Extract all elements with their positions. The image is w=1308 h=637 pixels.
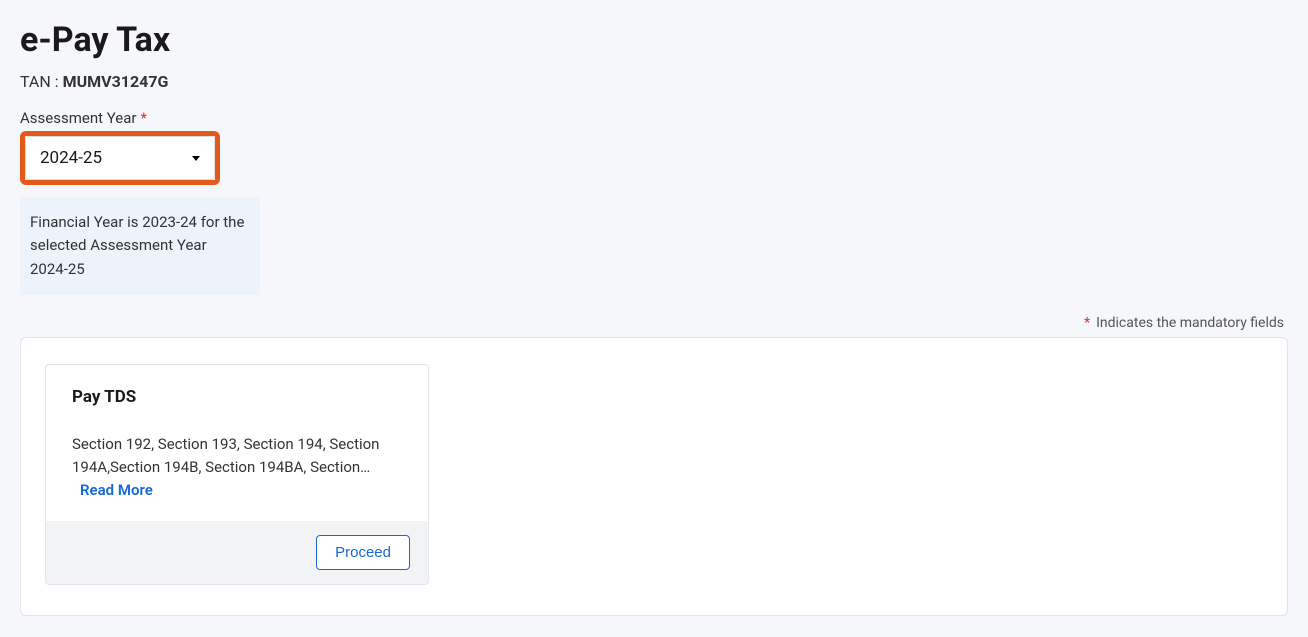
card-description: Section 192, Section 193, Section 194, S…: [72, 433, 402, 503]
card-footer: Proceed: [46, 521, 428, 584]
options-panel: Pay TDS Section 192, Section 193, Sectio…: [20, 337, 1288, 616]
assessment-year-select[interactable]: 2024-25: [25, 136, 215, 180]
assessment-year-selected-value: 2024-25: [40, 148, 102, 168]
assessment-year-label: Assessment Year*: [20, 109, 1288, 127]
card-desc-text: Section 192, Section 193, Section 194, S…: [72, 435, 379, 476]
mandatory-fields-note: * Indicates the mandatory fields: [20, 315, 1288, 331]
required-star-icon: *: [140, 109, 146, 127]
read-more-link[interactable]: Read More: [80, 481, 153, 499]
financial-year-info: Financial Year is 2023-24 for the select…: [20, 197, 260, 295]
tan-value: MUMV31247G: [63, 72, 169, 91]
tan-label: TAN :: [20, 72, 63, 91]
page-title: e-Pay Tax: [20, 20, 1288, 60]
tan-line: TAN : MUMV31247G: [20, 72, 1288, 91]
proceed-button[interactable]: Proceed: [316, 535, 410, 570]
assessment-year-label-text: Assessment Year: [20, 109, 136, 127]
assessment-year-highlight: 2024-25: [20, 131, 220, 185]
card-body: Pay TDS Section 192, Section 193, Sectio…: [46, 365, 428, 521]
pay-tds-card: Pay TDS Section 192, Section 193, Sectio…: [45, 364, 429, 585]
mandatory-note-text: Indicates the mandatory fields: [1096, 315, 1284, 331]
required-star-icon: *: [1084, 315, 1090, 331]
chevron-down-icon: [192, 156, 200, 161]
card-title: Pay TDS: [72, 387, 402, 407]
